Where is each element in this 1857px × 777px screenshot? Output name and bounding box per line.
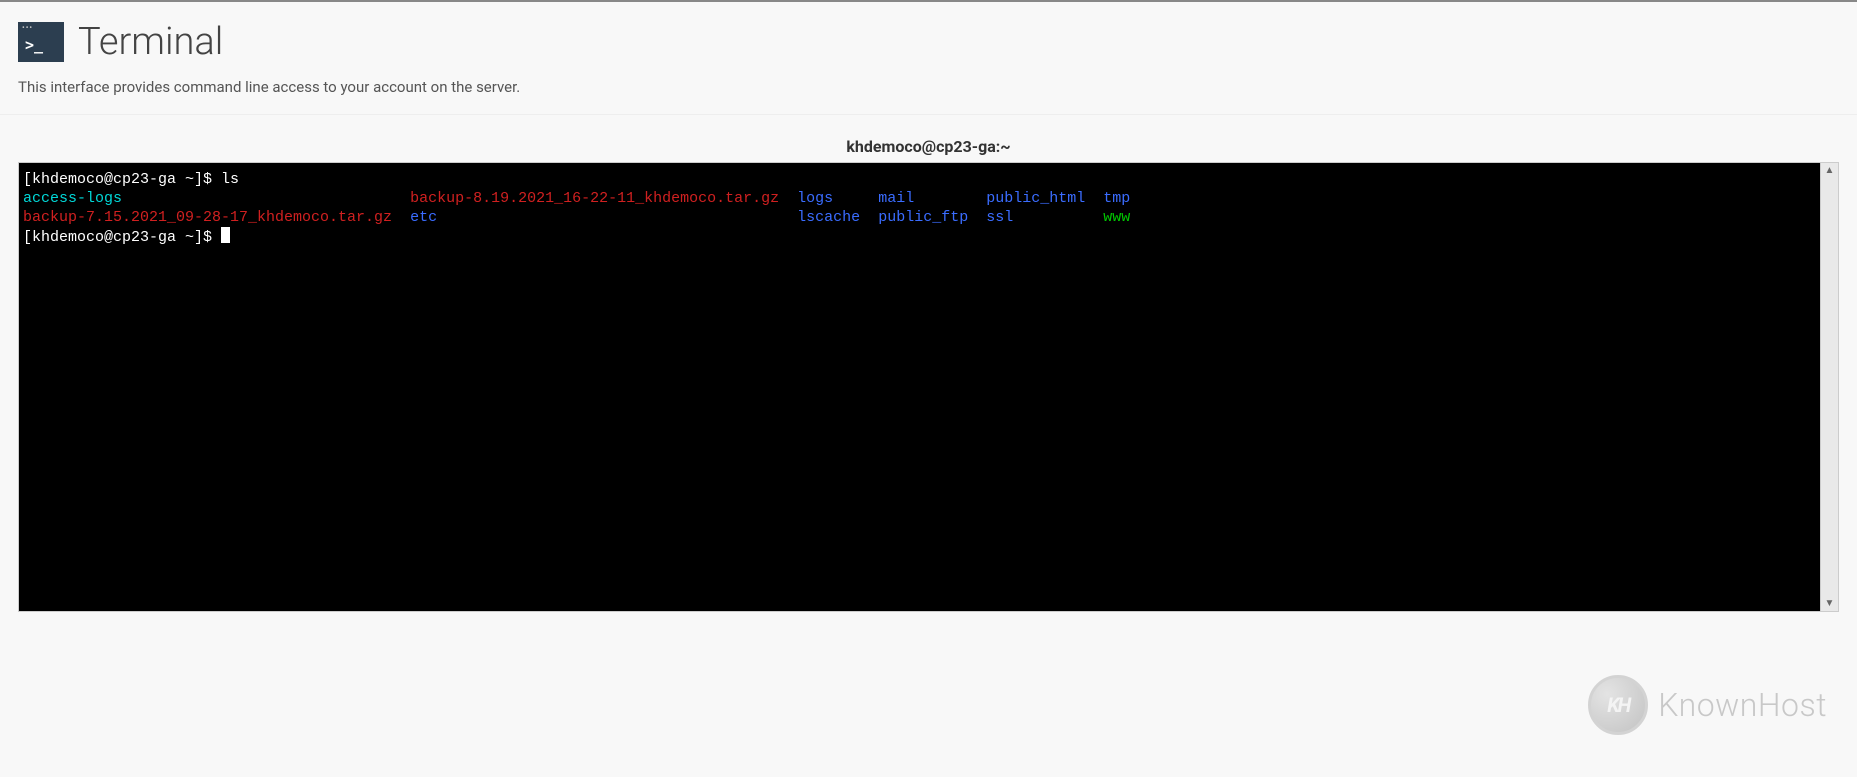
terminal-container: [khdemoco@cp23-ga ~]$ ls access-logs bac… bbox=[18, 162, 1839, 612]
page-title: Terminal bbox=[78, 20, 223, 64]
watermark: KH KnownHost bbox=[1588, 675, 1827, 735]
terminal-scrollbar[interactable]: ▲ ▼ bbox=[1820, 163, 1838, 611]
ls-entry: logs bbox=[797, 190, 833, 207]
ls-entry: public_html bbox=[986, 190, 1085, 207]
ls-entry: mail bbox=[878, 190, 914, 207]
prompt: [khdemoco@cp23-ga ~]$ bbox=[23, 229, 221, 246]
ls-entry: etc bbox=[410, 209, 437, 226]
ls-entry: lscache bbox=[797, 209, 860, 226]
ls-entry: access-logs bbox=[23, 190, 122, 207]
command-text: ls bbox=[221, 171, 239, 188]
page-description: This interface provides command line acc… bbox=[0, 78, 1857, 115]
page-header: >_ Terminal bbox=[0, 2, 1857, 78]
scroll-down-icon[interactable]: ▼ bbox=[1825, 596, 1835, 611]
watermark-badge-icon: KH bbox=[1588, 675, 1648, 735]
ls-entry: tmp bbox=[1103, 190, 1130, 207]
scroll-up-icon[interactable]: ▲ bbox=[1825, 163, 1835, 178]
ls-entry: backup-8.19.2021_16-22-11_khdemoco.tar.g… bbox=[410, 190, 779, 207]
ls-entry: backup-7.15.2021_09-28-17_khdemoco.tar.g… bbox=[23, 209, 392, 226]
ls-entry: public_ftp bbox=[878, 209, 968, 226]
cursor bbox=[221, 227, 230, 243]
terminal-icon-glyph: >_ bbox=[25, 36, 43, 54]
terminal-output[interactable]: [khdemoco@cp23-ga ~]$ ls access-logs bac… bbox=[19, 163, 1820, 611]
terminal-icon: >_ bbox=[18, 22, 64, 62]
watermark-text: KnownHost bbox=[1658, 686, 1827, 724]
session-label: khdemoco@cp23-ga:~ bbox=[0, 133, 1857, 162]
ls-entry: ssl bbox=[986, 209, 1013, 226]
ls-entry: www bbox=[1103, 209, 1130, 226]
prompt: [khdemoco@cp23-ga ~]$ bbox=[23, 171, 221, 188]
